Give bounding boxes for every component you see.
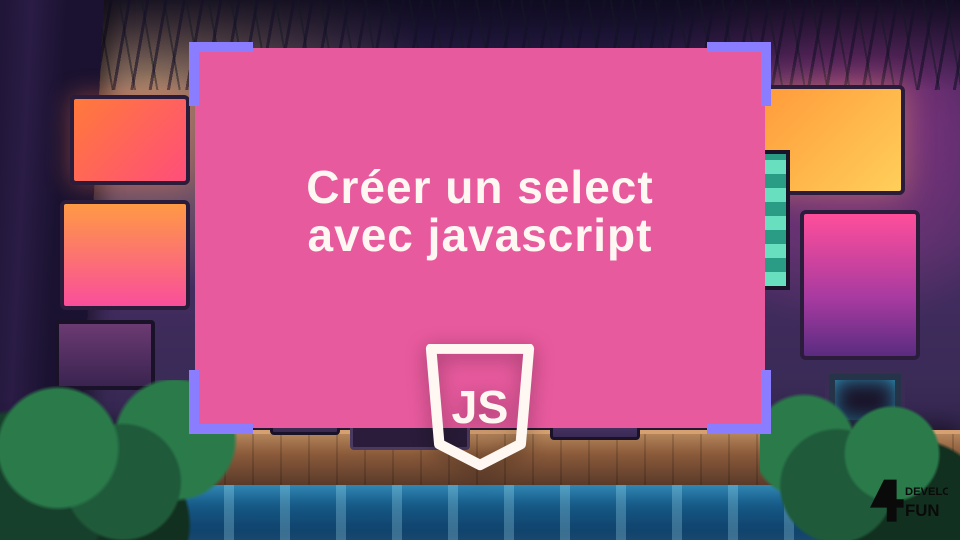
js-shield-text: JS: [452, 381, 509, 433]
title-line-1: Créer un select: [223, 163, 737, 211]
corner-bracket-tr: [707, 42, 771, 106]
title-panel: Créer un select avec javascript JS: [195, 48, 765, 428]
brand-text-top: DEVELOP: [905, 486, 948, 498]
corner-bracket-br: [707, 370, 771, 434]
bg-sign-right-2: [800, 210, 920, 360]
corner-bracket-bl: [189, 370, 253, 434]
brand-logo: DEVELOP FUN: [862, 474, 948, 530]
bg-sign-left-1: [70, 95, 190, 185]
title-line-2: avec javascript: [223, 211, 737, 259]
thumbnail-stage: Créer un select avec javascript JS DEVEL…: [0, 0, 960, 540]
title-text: Créer un select avec javascript: [195, 163, 765, 260]
js-shield-icon: JS: [421, 344, 539, 472]
corner-bracket-tl: [189, 42, 253, 106]
brand-text-bottom: FUN: [905, 501, 940, 520]
bg-sign-left-2: [60, 200, 190, 310]
